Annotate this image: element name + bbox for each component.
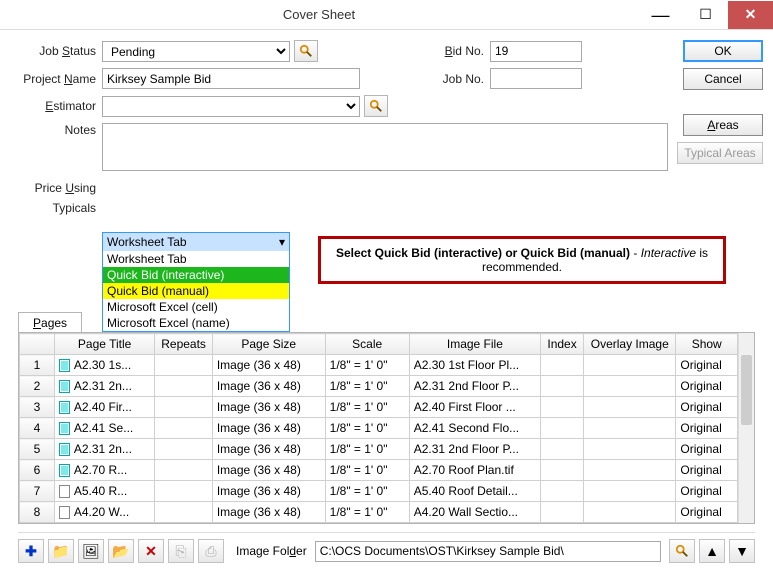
add-page-button[interactable]: ✚ <box>18 539 44 563</box>
option-quick-bid-manual[interactable]: Quick Bid (manual) <box>103 283 289 299</box>
col-header[interactable]: Overlay Image <box>584 334 676 355</box>
price-using-dropdown[interactable]: Worksheet Tab▾ Worksheet Tab Quick Bid (… <box>102 232 290 332</box>
areas-button[interactable]: Areas <box>683 114 763 136</box>
image-folder-input[interactable] <box>315 541 661 562</box>
window-title: Cover Sheet <box>0 7 638 22</box>
browse-folder-button[interactable] <box>669 539 695 563</box>
table-row[interactable]: 6A2.70 R...Image (36 x 48)1/8" = 1' 0"A2… <box>20 460 738 481</box>
page-icon <box>59 422 70 435</box>
add-folder-button[interactable]: 📁 <box>48 539 74 563</box>
label-estimator: Estimator <box>18 99 96 113</box>
bid-no-input[interactable] <box>490 41 582 62</box>
job-no-input[interactable] <box>490 68 582 89</box>
add-image-button[interactable]: 🖼 <box>78 539 104 563</box>
project-name-input[interactable] <box>102 68 360 89</box>
copy-button: ⎘ <box>168 539 194 563</box>
option-excel-cell[interactable]: Microsoft Excel (cell) <box>103 299 289 315</box>
typical-areas-button: Typical Areas <box>677 142 763 164</box>
notes-textarea[interactable] <box>102 123 668 171</box>
label-job-no: Job No. <box>428 72 484 86</box>
label-bid-no: Bid No. <box>428 44 484 58</box>
page-icon <box>59 359 70 372</box>
table-row[interactable]: 3A2.40 Fir...Image (36 x 48)1/8" = 1' 0"… <box>20 397 738 418</box>
col-header[interactable]: Repeats <box>155 334 212 355</box>
label-job-status: Job Status <box>18 44 96 58</box>
table-row[interactable]: 2A2.31 2n...Image (36 x 48)1/8" = 1' 0"A… <box>20 376 738 397</box>
pages-grid[interactable]: Page TitleRepeatsPage SizeScaleImage Fil… <box>18 332 755 524</box>
grid-scrollbar[interactable] <box>738 333 754 523</box>
table-row[interactable]: 1A2.30 1s...Image (36 x 48)1/8" = 1' 0"A… <box>20 355 738 376</box>
delete-button[interactable]: ✕ <box>138 539 164 563</box>
option-quick-bid-interactive[interactable]: Quick Bid (interactive) <box>103 267 289 283</box>
label-price-using: Price Using <box>18 181 96 195</box>
close-button[interactable]: ✕ <box>728 1 773 29</box>
ok-button[interactable]: OK <box>683 40 763 62</box>
col-header[interactable]: Index <box>541 334 584 355</box>
col-header[interactable]: Show <box>676 334 738 355</box>
table-row[interactable]: 8A4.20 W...Image (36 x 48)1/8" = 1' 0"A4… <box>20 502 738 523</box>
col-header[interactable] <box>20 334 55 355</box>
job-status-select[interactable]: Pending <box>102 41 290 62</box>
option-worksheet-tab[interactable]: Worksheet Tab <box>103 251 289 267</box>
option-excel-name[interactable]: Microsoft Excel (name) <box>103 315 289 331</box>
tab-pages[interactable]: Pages <box>18 312 82 333</box>
col-header[interactable]: Scale <box>325 334 409 355</box>
titlebar: Cover Sheet — ☐ ✕ <box>0 0 773 30</box>
label-project-name: Project Name <box>18 72 96 86</box>
move-up-button[interactable]: ▲ <box>699 539 725 563</box>
col-header[interactable]: Image File <box>409 334 540 355</box>
cancel-button[interactable]: Cancel <box>683 68 763 90</box>
job-status-search-button[interactable] <box>294 40 318 62</box>
label-image-folder: Image Folder <box>236 544 307 558</box>
open-folder-button[interactable]: 📂 <box>108 539 134 563</box>
table-row[interactable]: 4A2.41 Se...Image (36 x 48)1/8" = 1' 0"A… <box>20 418 738 439</box>
col-header[interactable]: Page Size <box>212 334 325 355</box>
maximize-button[interactable]: ☐ <box>683 1 728 29</box>
page-icon <box>59 380 70 393</box>
minimize-button[interactable]: — <box>638 1 683 29</box>
page-icon <box>59 401 70 414</box>
label-notes: Notes <box>18 123 96 137</box>
estimator-select[interactable] <box>102 96 360 117</box>
page-icon <box>59 485 70 498</box>
col-header[interactable]: Page Title <box>54 334 155 355</box>
page-icon <box>59 464 70 477</box>
price-using-selected[interactable]: Worksheet Tab▾ <box>103 233 289 251</box>
table-row[interactable]: 5A2.31 2n...Image (36 x 48)1/8" = 1' 0"A… <box>20 439 738 460</box>
recommendation-callout: Select Quick Bid (interactive) or Quick … <box>318 236 726 284</box>
table-row[interactable]: 7A5.40 R...Image (36 x 48)1/8" = 1' 0"A5… <box>20 481 738 502</box>
label-typicals: Typicals <box>18 201 96 215</box>
move-down-button[interactable]: ▼ <box>729 539 755 563</box>
page-icon <box>59 443 70 456</box>
estimator-search-button[interactable] <box>364 95 388 117</box>
paste-button: ⎙ <box>198 539 224 563</box>
page-icon <box>59 506 70 519</box>
